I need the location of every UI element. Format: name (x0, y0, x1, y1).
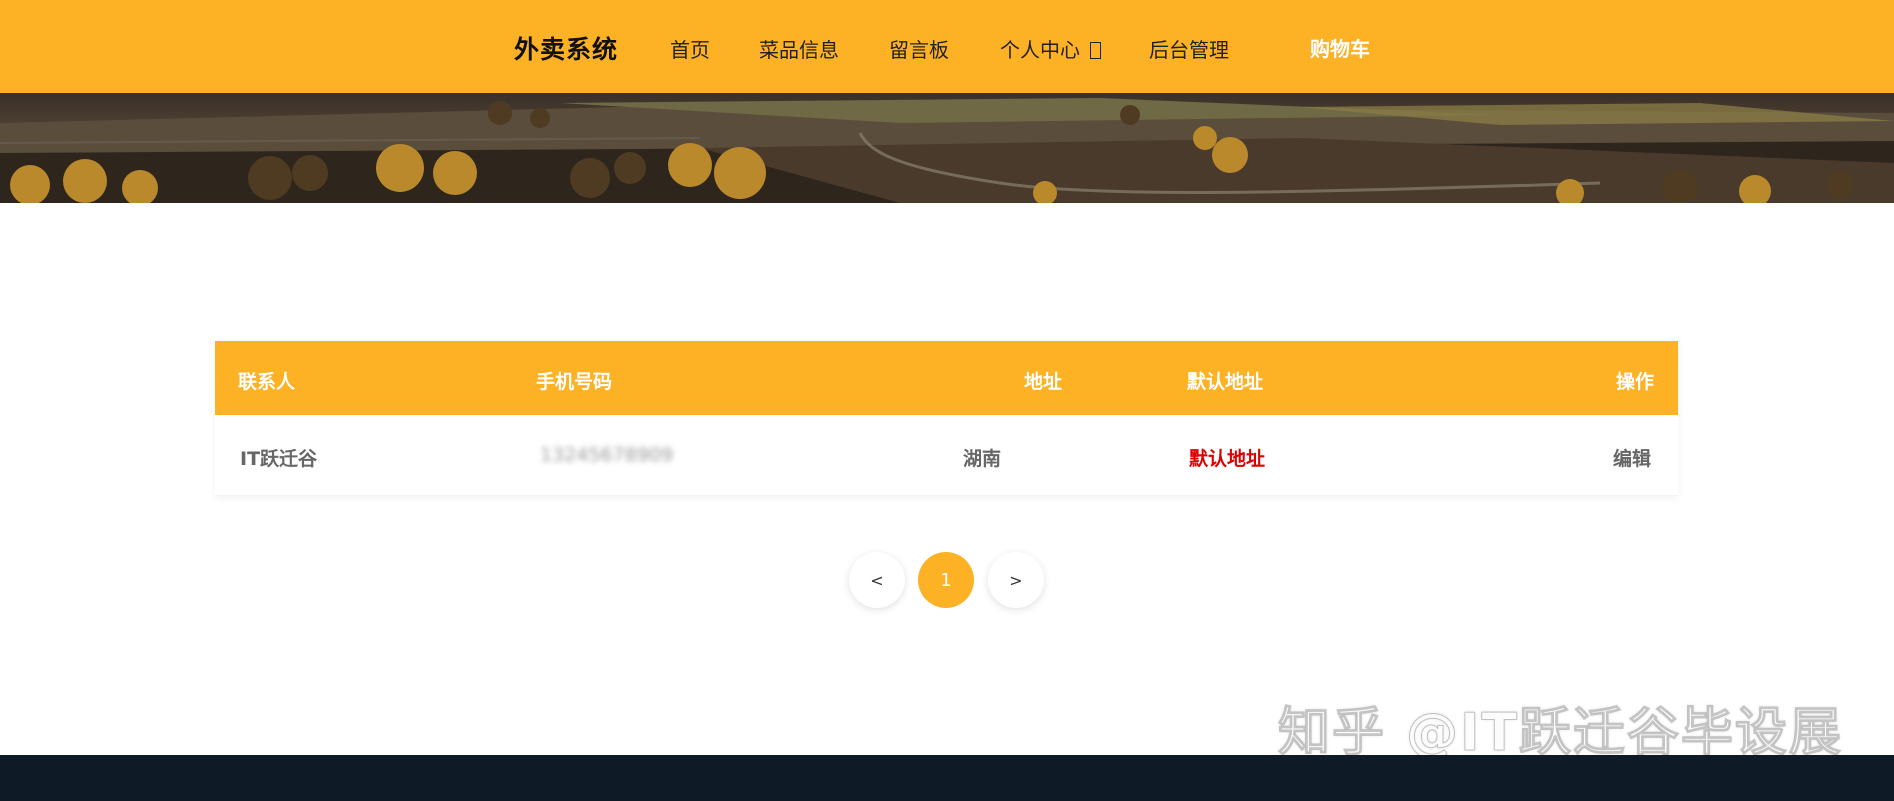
landscape-illustration (0, 93, 1894, 203)
table-header: 联系人 手机号码 地址 默认地址 操作 (215, 341, 1678, 415)
hero-banner-image (0, 93, 1894, 203)
cell-phone: 13245678909 (540, 444, 673, 466)
top-navbar: 外卖系统 首页 菜品信息 留言板 个人中心 后台管理 购物车 (0, 0, 1894, 93)
column-header-default-address: 默认地址 (1187, 371, 1264, 393)
pagination-prev-button[interactable]: < (849, 552, 905, 608)
nav-cart[interactable]: 购物车 (1310, 33, 1370, 62)
address-table: 联系人 手机号码 地址 默认地址 操作 IT跃迁谷 13245678909 湖南… (215, 341, 1678, 496)
column-header-phone: 手机号码 (536, 371, 613, 393)
nav-dishes[interactable]: 菜品信息 (759, 34, 839, 63)
nav-home[interactable]: 首页 (670, 34, 710, 63)
nav-personal-center-label: 个人中心 (1000, 38, 1080, 62)
watermark-text: 知乎 @IT跃迁谷毕设展 (1278, 703, 1843, 764)
column-header-address: 地址 (1024, 371, 1063, 393)
cell-contact: IT跃迁谷 (240, 448, 318, 470)
site-logo-text[interactable]: 外卖系统 (514, 30, 618, 66)
nav-personal-center[interactable]: 个人中心 (1000, 34, 1101, 63)
pagination-page-1[interactable]: 1 (918, 552, 974, 608)
nav-message-board[interactable]: 留言板 (889, 34, 949, 63)
cell-default-address: 默认地址 (1189, 448, 1266, 470)
column-header-contact: 联系人 (238, 371, 296, 393)
column-header-actions: 操作 (1616, 371, 1655, 393)
cell-address: 湖南 (963, 448, 1002, 470)
edit-button[interactable]: 编辑 (1613, 444, 1651, 471)
table-row: IT跃迁谷 13245678909 湖南 默认地址 编辑 (215, 415, 1678, 496)
pagination-next-button[interactable]: > (988, 552, 1044, 608)
dropdown-indicator-icon (1090, 42, 1101, 59)
nav-admin[interactable]: 后台管理 (1149, 34, 1229, 63)
page-footer (0, 755, 1894, 801)
